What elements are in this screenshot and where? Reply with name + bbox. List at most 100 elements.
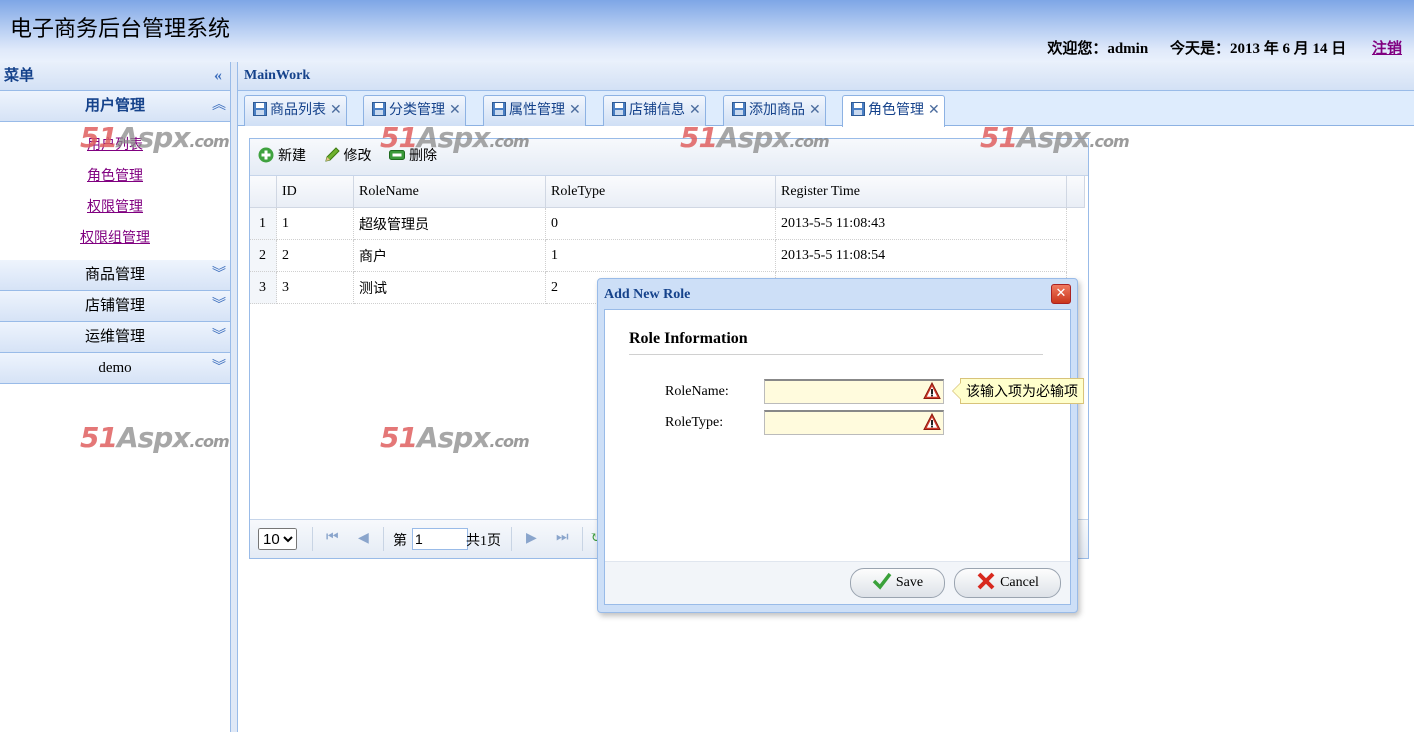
rolename-field[interactable] [764,379,944,404]
dialog-footer: Save Cancel [605,561,1070,604]
save-icon [851,102,865,116]
cell-id: 1 [276,207,354,240]
rolename-label: RoleName: [665,384,729,399]
roletype-label: RoleType: [665,415,724,430]
double-chevron-up-icon[interactable]: ︽ [212,91,226,121]
close-icon[interactable]: ✕ [689,103,701,118]
column-header-register-time[interactable]: Register Time [775,176,1067,208]
logout-link[interactable]: 注销 [1372,41,1402,57]
new-button[interactable]: 新建 [258,139,306,175]
app-title: 电子商务后台管理系统 [10,16,231,41]
tab-label: 属性管理 [509,103,565,118]
column-header-roletype[interactable]: RoleType [545,176,776,208]
close-icon[interactable]: ✕ [1051,284,1071,304]
double-chevron-down-icon[interactable]: ︾ [212,291,226,321]
warning-icon [923,413,941,430]
close-icon[interactable]: ✕ [330,103,342,118]
sidebar-group-demo[interactable]: demo ︾ [0,353,230,384]
main-panel-title: MainWork [238,62,1414,91]
last-page-icon[interactable]: ⏭ [556,530,569,546]
first-page-icon[interactable]: ⏮ [326,530,339,546]
pager-separator [582,527,583,551]
edit-button[interactable]: 修改 [324,139,372,175]
column-header-rolename[interactable]: RoleName [353,176,546,208]
page-size-select[interactable]: 10 [258,528,297,550]
add-icon [258,147,274,163]
welcome-bar: 欢迎您：admin 今天是：2013 年 6 月 14 日 注销 [1047,37,1402,58]
splitter[interactable] [231,62,238,732]
tab-shop-info[interactable]: 店铺信息 ✕ [603,95,706,126]
row-spacer [1067,208,1085,240]
sidebar-group-goods[interactable]: 商品管理 ︾ [0,260,230,291]
sidebar-group-ops[interactable]: 运维管理 ︾ [0,322,230,353]
tab-strip: 商品列表 ✕ 分类管理 ✕ 属性管理 ✕ 店铺信息 ✕ 添加商品 ✕ 角色管理 ✕ [238,91,1414,127]
edit-label: 修改 [343,149,372,164]
cell-roletype: 0 [545,207,776,240]
tab-role-manage[interactable]: 角色管理 ✕ [842,95,945,127]
close-icon[interactable]: ✕ [569,103,581,118]
prev-page-icon[interactable]: ◀ [358,530,369,547]
tab-attribute[interactable]: 属性管理 ✕ [483,95,586,126]
table-row[interactable]: 2 2 商户 1 2013-5-5 11:08:54 [250,239,1085,272]
sidebar-group-label: 店铺管理 [84,298,145,314]
section-title: Role Information [629,330,1043,355]
pager-separator [383,527,384,551]
save-label: Save [895,575,924,590]
next-page-icon[interactable]: ▶ [526,530,537,547]
rownum-header [250,176,277,208]
double-chevron-left-icon[interactable]: « [214,62,222,90]
close-icon[interactable]: ✕ [928,103,940,118]
pager-separator [511,527,512,551]
save-icon [732,102,746,116]
new-label: 新建 [278,149,306,164]
save-icon [372,102,386,116]
permission-manage-link[interactable]: 权限管理 [87,200,143,215]
tab-category[interactable]: 分类管理 ✕ [363,95,466,126]
table-row[interactable]: 1 1 超级管理员 0 2013-5-5 11:08:43 [250,207,1085,240]
column-header-id[interactable]: ID [276,176,354,208]
double-chevron-down-icon[interactable]: ︾ [212,260,226,290]
page-prefix: 第 [393,534,407,549]
sidebar-item-permission: 权限管理 [0,192,230,223]
sidebar-group-user[interactable]: 用户管理 ︽ [0,91,230,122]
current-date: 2013 年 6 月 14 日 [1229,41,1347,57]
tab-label: 添加商品 [749,103,805,118]
page-total: 共1页 [466,534,501,549]
delete-icon [389,150,405,160]
cell-id: 3 [276,271,354,304]
user-list-link[interactable]: 用户列表 [87,138,143,153]
check-icon [872,572,892,590]
permission-group-link[interactable]: 权限组管理 [80,231,150,246]
sidebar-group-label: 用户管理 [84,98,145,114]
page-number-input[interactable] [412,528,468,550]
tab-label: 店铺信息 [629,103,685,118]
close-icon[interactable]: ✕ [449,103,461,118]
row-number: 1 [250,207,277,240]
role-manage-link[interactable]: 角色管理 [87,169,143,184]
delete-label: 删除 [409,149,437,164]
tab-goods-list[interactable]: 商品列表 ✕ [244,95,347,126]
roletype-field[interactable] [764,410,944,435]
sidebar-user-items: 用户列表 角色管理 权限管理 权限组管理 [0,122,230,260]
date-label: 今天是： [1169,41,1230,57]
save-button[interactable]: Save [850,568,945,598]
delete-button[interactable]: 删除 [389,139,437,175]
double-chevron-down-icon[interactable]: ︾ [212,353,226,383]
username: admin [1107,41,1149,57]
pencil-icon [324,147,340,162]
cell-register-time: 2013-5-5 11:08:43 [775,207,1067,240]
sidebar-item-role: 角色管理 [0,161,230,192]
sidebar-item-permission-group: 权限组管理 [0,223,230,254]
cancel-button[interactable]: Cancel [954,568,1061,598]
row-number: 2 [250,239,277,272]
app-header: 电子商务后台管理系统 欢迎您：admin 今天是：2013 年 6 月 14 日… [0,0,1414,62]
sidebar-item-user-list: 用户列表 [0,130,230,161]
tab-add-goods[interactable]: 添加商品 ✕ [723,95,826,126]
cell-rolename: 商户 [353,239,546,272]
sidebar-group-shop[interactable]: 店铺管理 ︾ [0,291,230,322]
row-number: 3 [250,271,277,304]
dialog-body: Role Information RoleName: 该输入项为必输项 Role… [604,309,1084,605]
scroll-header [1066,176,1085,208]
close-icon[interactable]: ✕ [809,103,821,118]
double-chevron-down-icon[interactable]: ︾ [212,322,226,352]
